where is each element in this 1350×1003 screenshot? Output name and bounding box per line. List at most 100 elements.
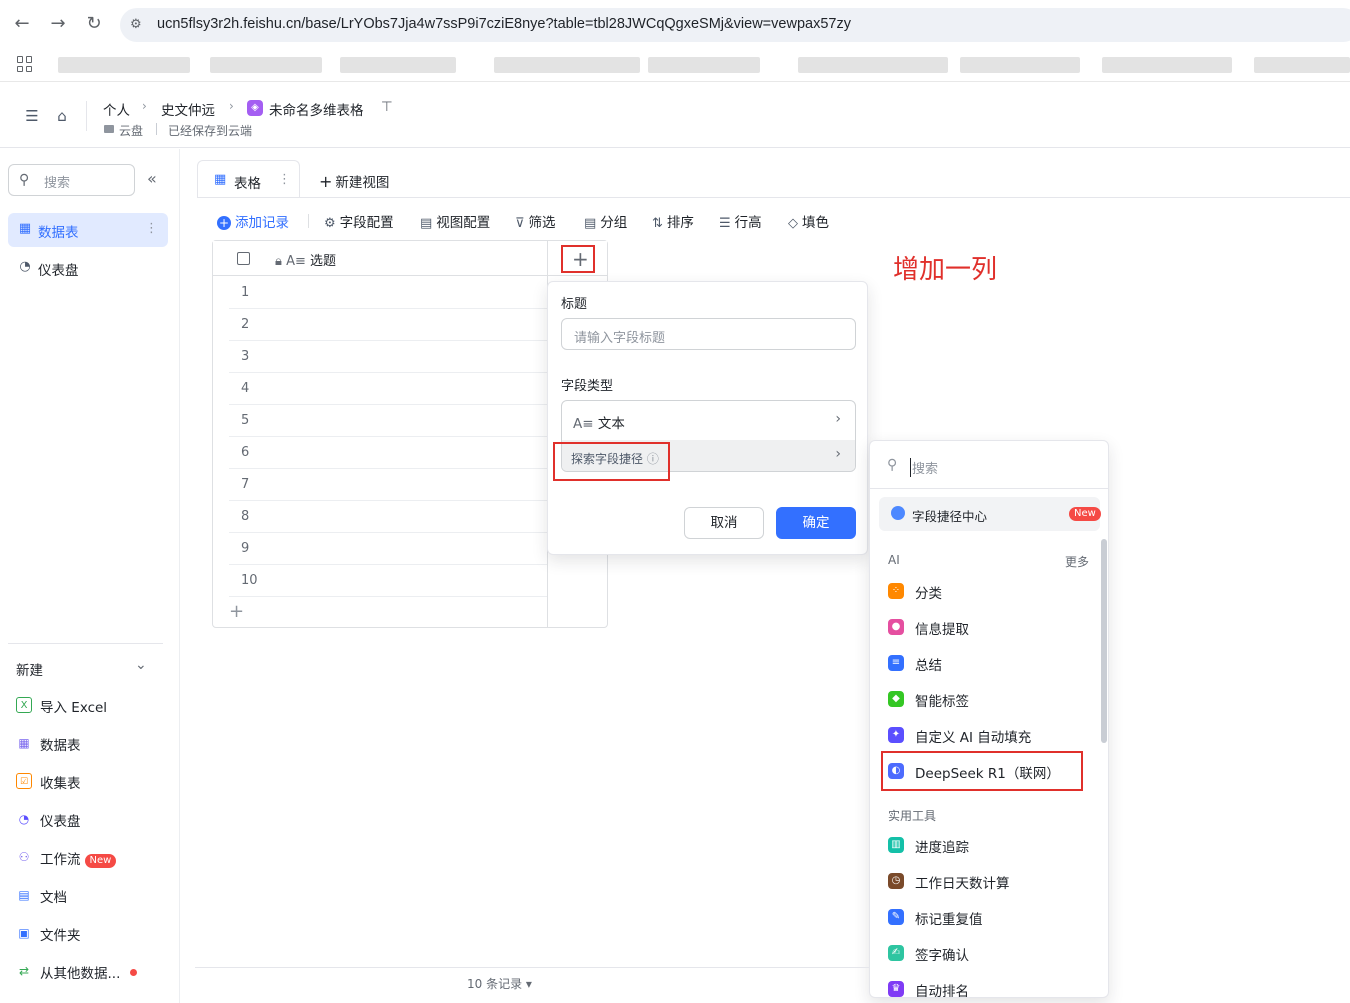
collapse-sidebar-icon[interactable]: «: [147, 169, 157, 188]
summary-icon: ≡: [888, 655, 904, 671]
paint-bucket-icon: ◇: [788, 216, 798, 231]
shortcut-center-item[interactable]: 字段捷径中心 New: [879, 497, 1101, 531]
add-column-button[interactable]: +: [561, 245, 595, 273]
record-count[interactable]: 10 条记录 ▾: [467, 975, 532, 992]
forward-arrow-icon[interactable]: →: [48, 14, 68, 34]
apps-grid-icon[interactable]: [17, 56, 33, 72]
table-row[interactable]: 3: [229, 341, 547, 373]
row-height-button[interactable]: ☰ 行高: [719, 211, 762, 231]
tools-section-header: 实用工具: [888, 809, 937, 823]
menu-item-label: 分类: [915, 586, 942, 602]
shortcut-search-input[interactable]: ⚲ 搜索: [870, 441, 1108, 489]
base-title[interactable]: 未命名多维表格: [269, 99, 364, 119]
annotation-text: 增加一列: [893, 255, 998, 285]
back-arrow-icon[interactable]: ←: [12, 14, 32, 34]
table-row[interactable]: 2: [229, 309, 547, 341]
field-config-label: 字段配置: [339, 215, 394, 231]
add-record-button[interactable]: + 添加记录: [217, 211, 289, 231]
table-row[interactable]: 4: [229, 373, 547, 405]
sidebar-item-datatable[interactable]: ▦ 数据表 ⋮: [8, 213, 168, 247]
select-all-checkbox[interactable]: [237, 252, 250, 265]
table-row[interactable]: 9: [229, 533, 547, 565]
new-badge: New: [84, 854, 117, 868]
table-row[interactable]: 8: [229, 501, 547, 533]
filter-label: 筛选: [528, 215, 556, 231]
new-section-header[interactable]: 新建: [16, 659, 43, 679]
site-settings-icon[interactable]: ⚙: [130, 17, 146, 33]
workflow-icon: ⚇: [18, 850, 30, 864]
tab-label: 表格: [234, 176, 261, 192]
text-field-icon: A≡: [286, 254, 306, 269]
new-item-label: 从其他数据...: [40, 962, 138, 982]
gear-icon: ⚙: [324, 216, 336, 231]
add-row-plus-icon[interactable]: +: [229, 601, 244, 622]
dashboard-icon: ◔: [19, 259, 31, 274]
expand-sidebar-icon[interactable]: ☰: [23, 107, 41, 125]
bookmark-blurred[interactable]: [210, 57, 322, 73]
search-icon: ⚲: [19, 172, 30, 188]
home-icon[interactable]: ⌂: [53, 107, 71, 125]
reload-icon[interactable]: ↻: [84, 14, 104, 34]
plus-icon: +: [319, 172, 333, 191]
explore-shortcuts-label[interactable]: 探索字段捷径 ⓘ: [571, 450, 659, 467]
menu-item-label: 自动排名: [915, 984, 969, 998]
more-options-icon[interactable]: ⋮: [278, 172, 291, 187]
bookmark-blurred[interactable]: [340, 57, 456, 73]
new-view-button[interactable]: + 新建视图: [319, 171, 389, 191]
tab-table-view[interactable]: ▦ 表格 ⋮: [197, 160, 300, 198]
menu-item-label: 工作日天数计算: [915, 876, 1010, 892]
field-title-input[interactable]: 请输入字段标题: [561, 318, 856, 350]
breadcrumb-personal[interactable]: 个人: [103, 99, 130, 119]
sub-divider: [156, 123, 157, 135]
column-header-topic[interactable]: 🔒︎ A≡ 选题: [275, 250, 336, 269]
menu-item-label: 签字确认: [915, 948, 969, 964]
group-button[interactable]: ▤ 分组: [584, 211, 627, 231]
breadcrumb-user[interactable]: 史文仲远: [161, 99, 215, 119]
sidebar-divider: [8, 643, 163, 644]
new-item-label: 工作流 New: [40, 848, 117, 868]
classify-icon: ⁘: [888, 583, 904, 599]
base-app-icon: ◈: [247, 100, 263, 116]
location-label[interactable]: 云盘: [119, 122, 143, 139]
shortcut-center-label: 字段捷径中心: [912, 509, 988, 524]
cancel-button[interactable]: 取消: [684, 507, 764, 539]
bookmark-blurred[interactable]: [1102, 57, 1232, 73]
more-link[interactable]: 更多: [1065, 553, 1089, 570]
bookmark-blurred[interactable]: [1254, 57, 1350, 73]
table-row[interactable]: 1: [229, 277, 547, 309]
bookmarks-bar: [0, 48, 1350, 82]
menu-scrollbar[interactable]: [1101, 539, 1107, 743]
sync-data-icon: ⇄: [18, 964, 30, 978]
bookmark-blurred[interactable]: [648, 57, 760, 73]
more-options-icon[interactable]: ⋮: [145, 221, 158, 236]
sort-button[interactable]: ⇅ 排序: [652, 211, 694, 231]
form-icon: ☑: [16, 773, 32, 789]
bookmark-blurred[interactable]: [494, 57, 640, 73]
lock-icon: 🔒︎: [275, 254, 282, 269]
fill-color-button[interactable]: ◇ 填色: [788, 211, 829, 231]
view-config-button[interactable]: ▤ 视图配置: [420, 211, 490, 231]
new-badge: New: [1069, 507, 1101, 521]
bookmark-blurred[interactable]: [960, 57, 1080, 73]
pin-icon[interactable]: ⊤: [381, 99, 393, 115]
chevron-down-icon[interactable]: ⌄: [135, 657, 147, 673]
sidebar-search-input[interactable]: ⚲ 搜索: [8, 164, 135, 196]
confirm-button[interactable]: 确定: [776, 507, 856, 539]
table-row[interactable]: 10: [229, 565, 547, 597]
sidebar-item-label: 数据表: [38, 225, 79, 241]
sidebar-item-dashboard[interactable]: ◔ 仪表盘: [8, 251, 168, 285]
bookmark-blurred[interactable]: [58, 57, 190, 73]
url-text[interactable]: ucn5flsy3r2h.feishu.cn/base/LrYObs7Jja4w…: [157, 16, 851, 32]
table-row[interactable]: 7: [229, 469, 547, 501]
filter-button[interactable]: ⊽ 筛选: [515, 211, 556, 231]
row-number: 3: [241, 349, 250, 364]
address-bar[interactable]: ⚙ ucn5flsy3r2h.feishu.cn/base/LrYObs7Jja…: [120, 8, 1350, 42]
table-row[interactable]: 5: [229, 405, 547, 437]
field-type-text-option[interactable]: A≡ 文本 ›: [562, 401, 855, 440]
rank-icon: ♛: [888, 981, 904, 997]
view-config-icon: ▤: [420, 216, 433, 231]
bookmark-blurred[interactable]: [798, 57, 948, 73]
table-row[interactable]: 6: [229, 437, 547, 469]
field-config-button[interactable]: ⚙ 字段配置: [324, 211, 394, 231]
notification-dot: [130, 969, 138, 976]
